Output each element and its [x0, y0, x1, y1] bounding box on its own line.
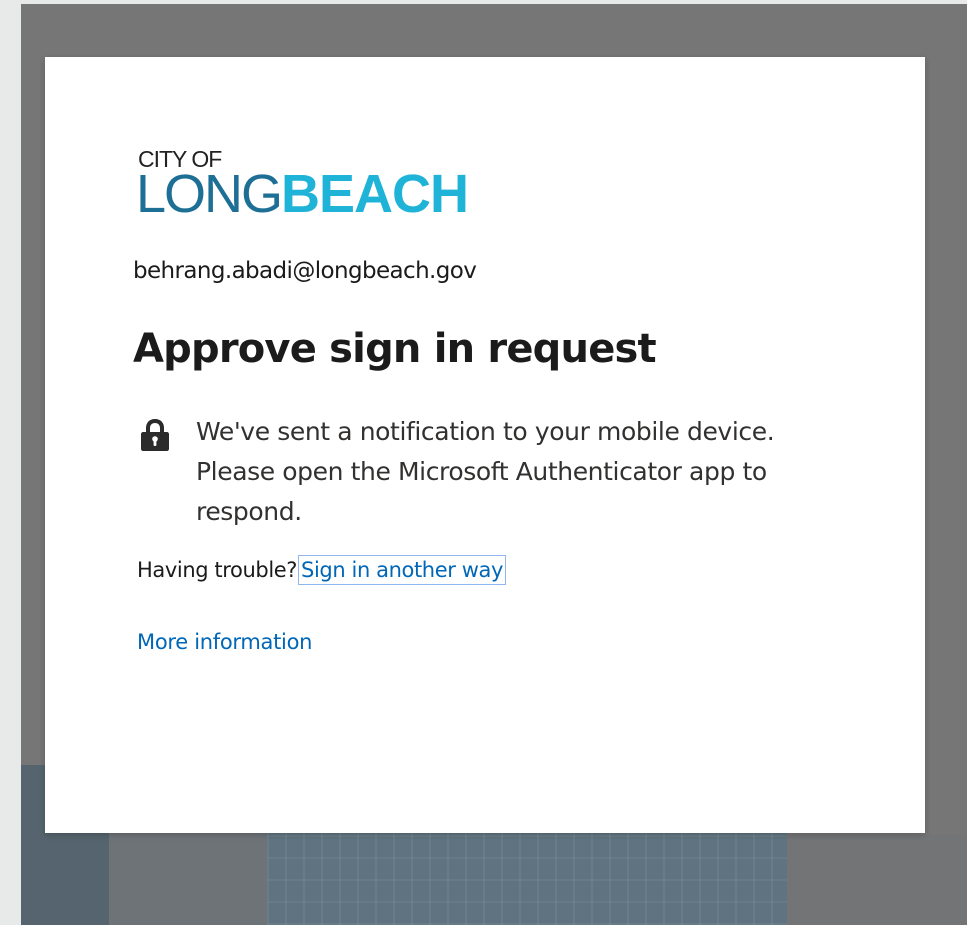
account-email: behrang.abadi@longbeach.gov — [133, 258, 477, 284]
logo-beach: BEACH — [281, 164, 469, 224]
having-trouble-row: Having trouble? Sign in another way — [137, 555, 507, 585]
logo-long: LONG — [136, 164, 283, 224]
having-trouble-label: Having trouble? — [137, 558, 298, 582]
notification-text: We've sent a notification to your mobile… — [196, 417, 775, 526]
more-information-link[interactable]: More information — [137, 630, 312, 654]
sign-in-another-way-link[interactable]: Sign in another way — [298, 555, 507, 585]
page-title: Approve sign in request — [133, 326, 657, 372]
logo-wordmark: LONGBEACH — [136, 164, 469, 224]
background-building — [787, 835, 967, 925]
city-of-long-beach-logo: CITY OF LONGBEACH — [136, 148, 496, 224]
lock-icon — [140, 418, 170, 452]
